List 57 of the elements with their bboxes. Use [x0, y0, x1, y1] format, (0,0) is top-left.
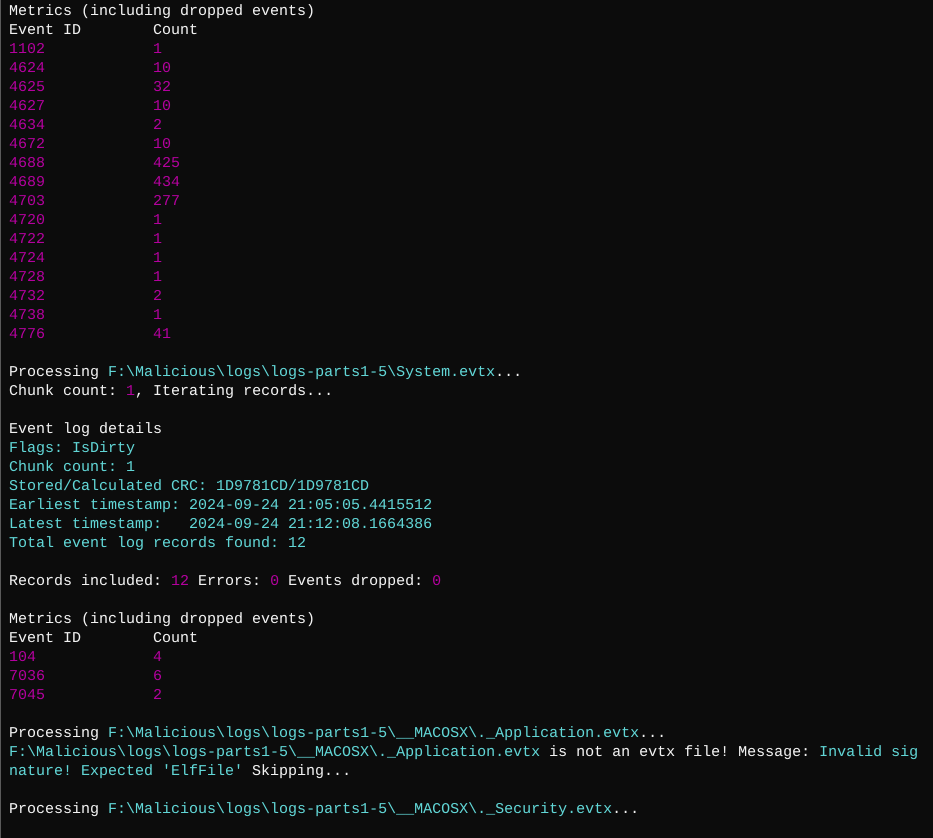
table-cell-text: 4738: [9, 306, 46, 325]
table-cell-text: 41: [153, 325, 172, 344]
console-line: Metrics (including dropped events): [9, 610, 316, 629]
table-cell-text: 277: [153, 192, 182, 211]
table-cell-text: 4688: [9, 154, 46, 173]
table-cell-text: 1: [153, 211, 164, 230]
table-cell-text: 2: [153, 287, 164, 306]
column-header: Event ID: [9, 21, 82, 40]
table-cell-text: 4634: [9, 116, 46, 135]
column-header: Event ID: [9, 629, 82, 648]
table-cell-text: 4732: [9, 287, 46, 306]
table-cell-text: 4624: [9, 59, 46, 78]
table-cell-text: 4627: [9, 97, 46, 116]
table-cell-text: 2: [153, 116, 164, 135]
table-cell-text: 10: [153, 59, 172, 78]
column-header: Count: [153, 21, 200, 40]
console-line: Chunk count: 1, Iterating records...: [9, 382, 334, 401]
console-line: Total event log records found: 12: [9, 534, 308, 553]
table-cell-text: 7036: [9, 667, 46, 686]
console-line: Earliest timestamp: 2024-09-24 21:05:05.4415512: [9, 496, 434, 515]
table-cell-text: 1102: [9, 40, 46, 59]
table-cell-text: 4625: [9, 78, 46, 97]
table-cell-text: 1: [153, 40, 164, 59]
console-line: Processing F:\Malicious\logs\logs-parts1-5\System.evtx...: [9, 363, 524, 382]
table-cell-text: 425: [153, 154, 182, 173]
table-cell-text: 1: [153, 249, 164, 268]
console-line: Processing F:\Malicious\logs\logs-parts1-5\__MACOSX\._Security.evtx...: [9, 800, 640, 819]
table-cell-text: 4720: [9, 211, 46, 230]
table-cell-text: 7045: [9, 686, 46, 705]
table-cell-text: 4672: [9, 135, 46, 154]
console-line: Records included: 12 Errors: 0 Events dropped: 0: [9, 572, 442, 591]
column-header: Count: [153, 629, 200, 648]
table-cell-text: 1: [153, 230, 164, 249]
console-line: Stored/Calculated CRC: 1D9781CD/1D9781CD: [9, 477, 370, 496]
table-cell-text: 1: [153, 306, 164, 325]
table-cell-text: 434: [153, 173, 182, 192]
console-line: Event log details: [9, 420, 164, 439]
table-cell-text: 4728: [9, 268, 46, 287]
table-cell-text: 4689: [9, 173, 46, 192]
console-line: F:\Malicious\logs\logs-parts1-5\__MACOSX\._Application.evtx is not an evtx file! Message: Invalid signature! Expected 'ElfFile' Skipping...: [9, 743, 920, 781]
table-cell-text: 4722: [9, 230, 46, 249]
table-cell-text: 1: [153, 268, 164, 287]
table-cell-text: 10: [153, 135, 172, 154]
console-line: Processing F:\Malicious\logs\logs-parts1-5\__MACOSX\._Application.evtx...: [9, 724, 668, 743]
table-cell-text: 4703: [9, 192, 46, 211]
table-cell-text: 4: [153, 648, 164, 667]
table-cell-text: 2: [153, 686, 164, 705]
console-line: Chunk count: 1: [9, 458, 136, 477]
table-cell-text: 4776: [9, 325, 46, 344]
table-cell-text: 4724: [9, 249, 46, 268]
console-line: Flags: IsDirty: [9, 439, 136, 458]
table-cell-text: 6: [153, 667, 164, 686]
table-cell-text: 104: [9, 648, 38, 667]
table-cell-text: 32: [153, 78, 172, 97]
console-line: Metrics (including dropped events): [9, 2, 316, 21]
console-line: Latest timestamp: 2024-09-24 21:12:08.1664386: [9, 515, 434, 534]
table-cell-text: 10: [153, 97, 172, 116]
